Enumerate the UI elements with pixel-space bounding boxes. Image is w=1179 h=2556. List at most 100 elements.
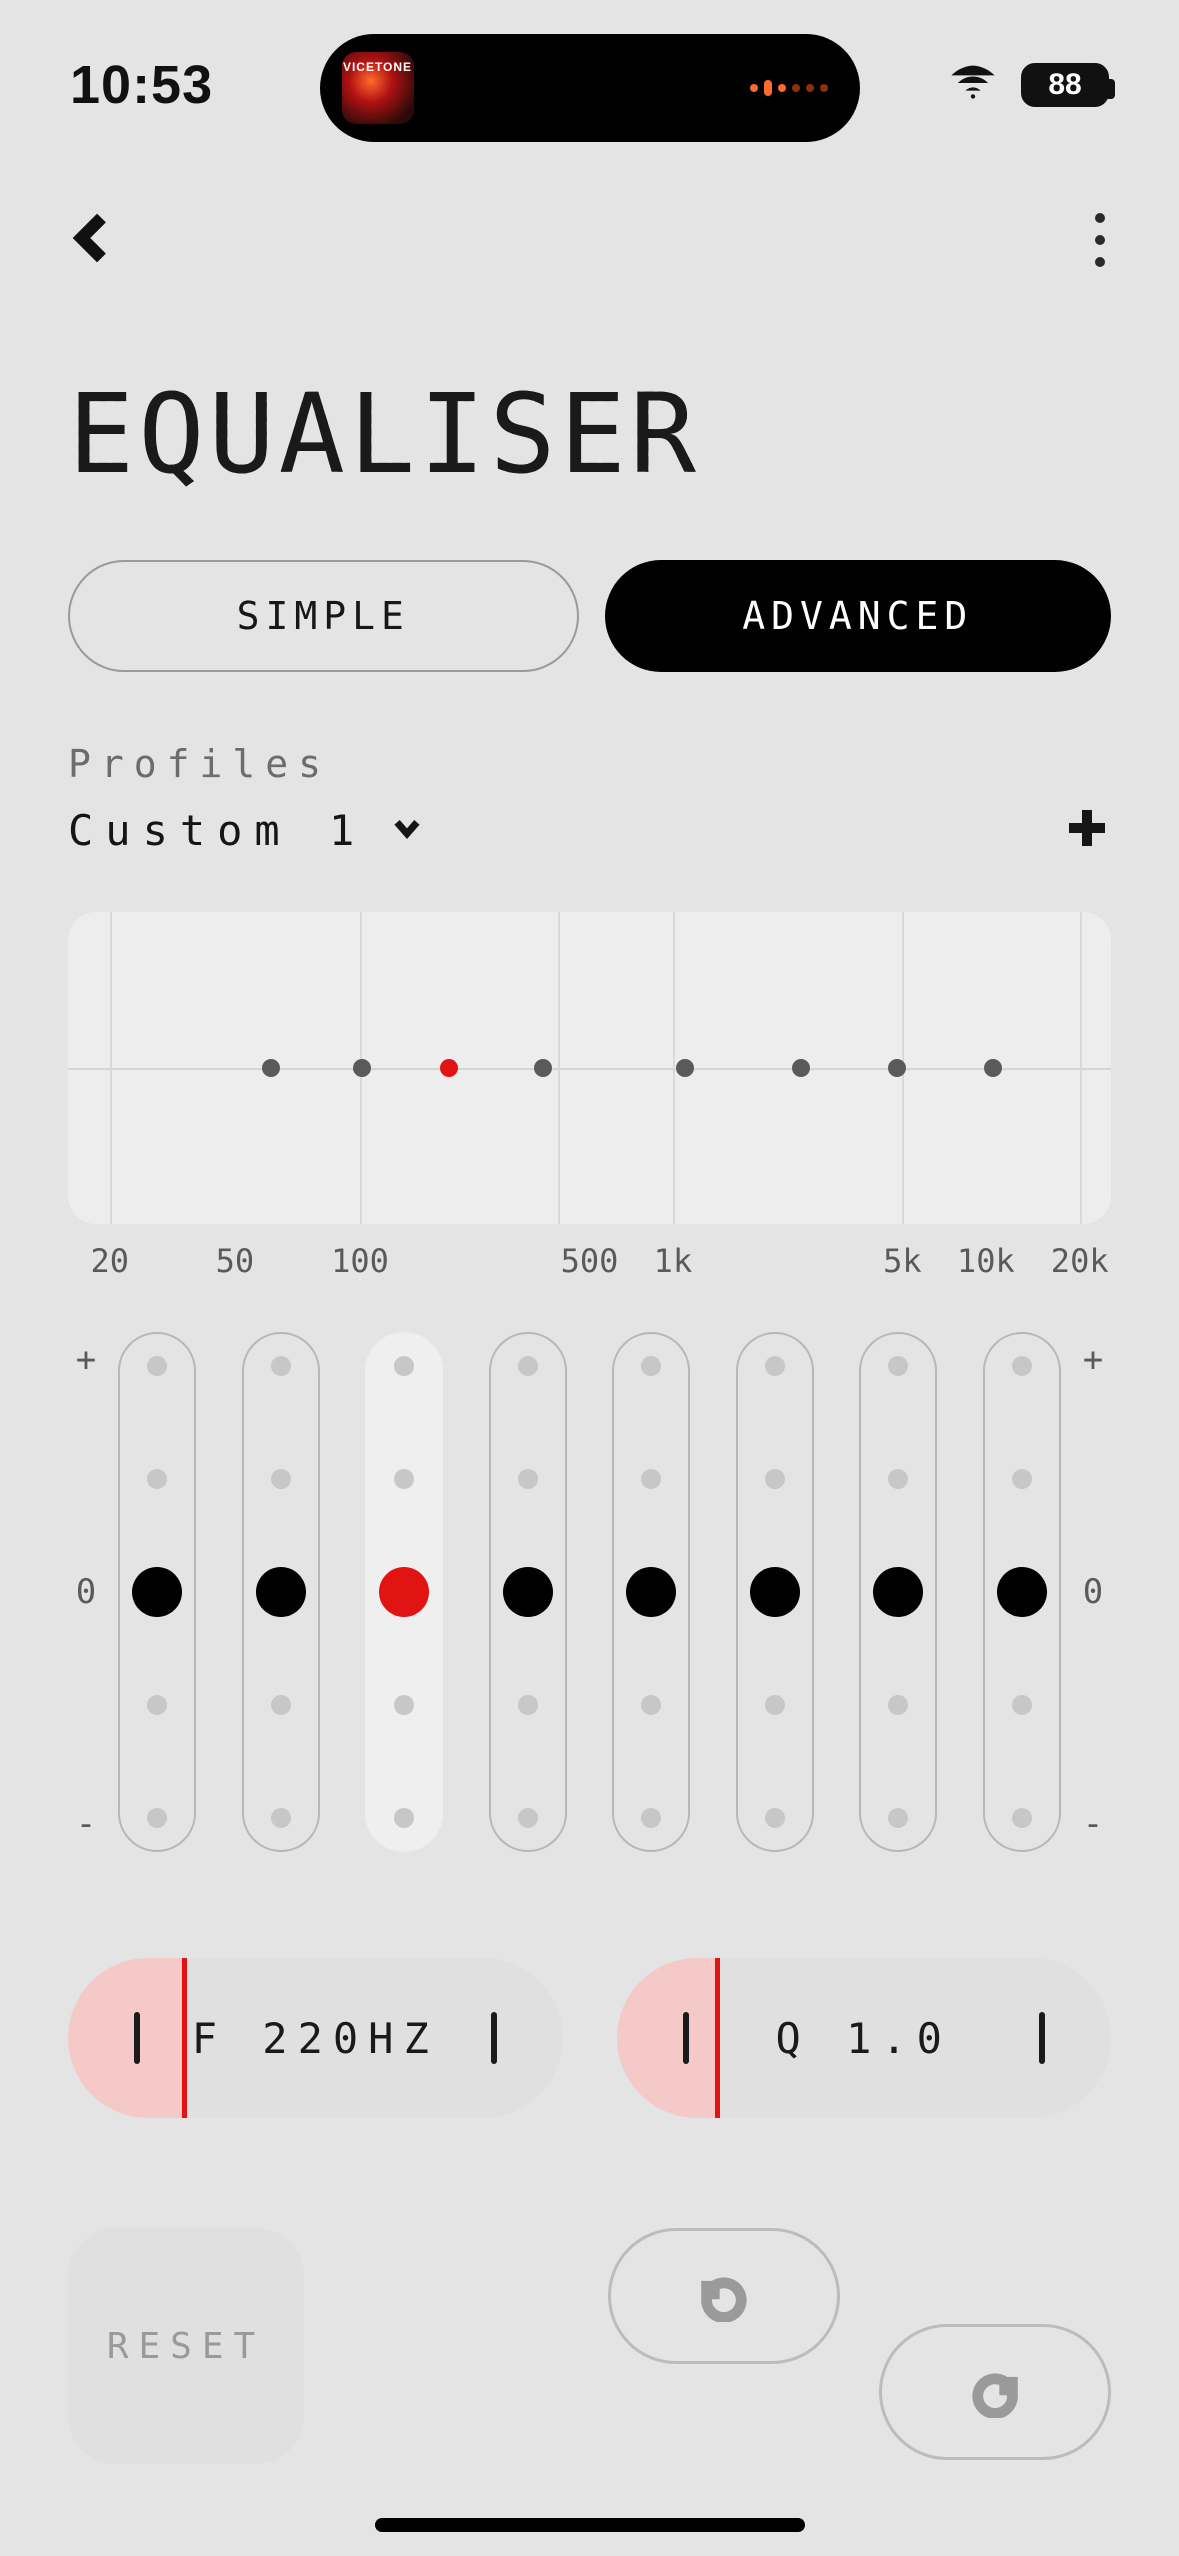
page-title: EQUALISER bbox=[68, 370, 700, 498]
range-tick-icon bbox=[1039, 2012, 1045, 2064]
slider-tick bbox=[888, 1808, 908, 1828]
slider-tick bbox=[641, 1808, 661, 1828]
slider-thumb[interactable] bbox=[750, 1567, 800, 1617]
slider-tick bbox=[1012, 1469, 1032, 1489]
scale-plus: + bbox=[1083, 1340, 1103, 1380]
eq-node-1[interactable] bbox=[353, 1059, 371, 1077]
action-row: RESET bbox=[68, 2228, 1111, 2488]
slider-tick bbox=[765, 1469, 785, 1489]
scale-plus: + bbox=[76, 1340, 96, 1380]
profiles-section: Profiles Custom 1 bbox=[68, 742, 1111, 857]
band-slider-2[interactable] bbox=[365, 1332, 443, 1852]
slider-tick bbox=[271, 1469, 291, 1489]
eq-node-6[interactable] bbox=[888, 1059, 906, 1077]
tab-advanced[interactable]: ADVANCED bbox=[605, 560, 1112, 672]
eq-node-7[interactable] bbox=[984, 1059, 1002, 1077]
tab-simple[interactable]: SIMPLE bbox=[68, 560, 579, 672]
app-bar bbox=[0, 190, 1179, 290]
scale-minus: - bbox=[76, 1804, 96, 1844]
eq-node-2[interactable] bbox=[440, 1059, 458, 1077]
now-playing-art bbox=[342, 52, 414, 124]
profiles-label: Profiles bbox=[68, 742, 1111, 786]
eq-node-0[interactable] bbox=[262, 1059, 280, 1077]
mode-tabs: SIMPLE ADVANCED bbox=[68, 560, 1111, 672]
band-slider-1[interactable] bbox=[242, 1332, 320, 1852]
slider-tick bbox=[394, 1356, 414, 1376]
eq-node-5[interactable] bbox=[792, 1059, 810, 1077]
freq-tick-label: 50 bbox=[216, 1242, 255, 1280]
q-cursor bbox=[715, 1958, 720, 2118]
chevron-down-icon bbox=[390, 806, 424, 855]
range-tick-icon bbox=[134, 2012, 140, 2064]
graph-gridline bbox=[558, 912, 560, 1224]
band-slider-3[interactable] bbox=[489, 1332, 567, 1852]
eq-graph[interactable] bbox=[68, 912, 1111, 1224]
slider-thumb[interactable] bbox=[379, 1567, 429, 1617]
band-slider-7[interactable] bbox=[983, 1332, 1061, 1852]
slider-tick bbox=[765, 1695, 785, 1715]
q-control[interactable]: Q 1.0 bbox=[617, 1958, 1112, 2118]
band-sliders: + 0 - + 0 - bbox=[68, 1332, 1111, 1852]
slider-tick bbox=[147, 1356, 167, 1376]
freq-tick-label: 20k bbox=[1051, 1242, 1109, 1280]
frequency-label: F 220HZ bbox=[192, 2014, 439, 2063]
slider-thumb[interactable] bbox=[873, 1567, 923, 1617]
slider-tick bbox=[1012, 1356, 1032, 1376]
wifi-icon bbox=[947, 57, 999, 114]
slider-thumb[interactable] bbox=[503, 1567, 553, 1617]
slider-tick bbox=[518, 1695, 538, 1715]
eq-node-3[interactable] bbox=[534, 1059, 552, 1077]
dot-icon bbox=[1095, 257, 1105, 267]
freq-tick-label: 1k bbox=[654, 1242, 693, 1280]
back-button[interactable] bbox=[64, 208, 124, 273]
freq-tick-label: 500 bbox=[561, 1242, 619, 1280]
slider-tick bbox=[147, 1808, 167, 1828]
q-label: Q 1.0 bbox=[776, 2014, 952, 2063]
slider-thumb[interactable] bbox=[997, 1567, 1047, 1617]
graph-zero-line bbox=[68, 1068, 1111, 1070]
freq-tick-label: 100 bbox=[331, 1242, 389, 1280]
slider-tick bbox=[271, 1808, 291, 1828]
slider-tick bbox=[271, 1695, 291, 1715]
frequency-control[interactable]: F 220HZ bbox=[68, 1958, 563, 2118]
band-slider-4[interactable] bbox=[612, 1332, 690, 1852]
slider-tick bbox=[765, 1356, 785, 1376]
graph-gridline bbox=[1080, 912, 1082, 1224]
reset-button[interactable]: RESET bbox=[68, 2228, 304, 2464]
slider-tick bbox=[518, 1469, 538, 1489]
slider-thumb[interactable] bbox=[132, 1567, 182, 1617]
slider-tick bbox=[147, 1469, 167, 1489]
home-indicator[interactable] bbox=[375, 2518, 805, 2532]
slider-thumb[interactable] bbox=[626, 1567, 676, 1617]
slider-thumb[interactable] bbox=[256, 1567, 306, 1617]
band-slider-5[interactable] bbox=[736, 1332, 814, 1852]
scale-minus: - bbox=[1083, 1804, 1103, 1844]
range-tick-icon bbox=[491, 2012, 497, 2064]
slider-tick bbox=[888, 1695, 908, 1715]
graph-frequency-labels: 20501005001k5k10k20k bbox=[68, 1242, 1111, 1282]
slider-tick bbox=[888, 1356, 908, 1376]
slider-tick bbox=[394, 1808, 414, 1828]
scale-zero: 0 bbox=[1083, 1572, 1103, 1612]
slider-tick bbox=[765, 1808, 785, 1828]
slider-tick bbox=[641, 1356, 661, 1376]
redo-button[interactable] bbox=[879, 2324, 1111, 2460]
slider-tick bbox=[641, 1469, 661, 1489]
slider-tick bbox=[147, 1695, 167, 1715]
more-button[interactable] bbox=[1085, 203, 1115, 277]
audio-wave-icon bbox=[750, 80, 838, 96]
eq-node-4[interactable] bbox=[676, 1059, 694, 1077]
slider-tick bbox=[518, 1356, 538, 1376]
profile-selector[interactable]: Custom 1 bbox=[68, 806, 424, 855]
range-tick-icon bbox=[683, 2012, 689, 2064]
undo-button[interactable] bbox=[608, 2228, 840, 2364]
slider-tick bbox=[394, 1469, 414, 1489]
undo-icon bbox=[698, 2270, 750, 2322]
add-profile-button[interactable] bbox=[1063, 804, 1111, 857]
dynamic-island[interactable] bbox=[320, 34, 860, 142]
battery-level: 88 bbox=[1025, 68, 1105, 102]
band-slider-6[interactable] bbox=[859, 1332, 937, 1852]
band-slider-0[interactable] bbox=[118, 1332, 196, 1852]
graph-gridline bbox=[673, 912, 675, 1224]
slider-tick bbox=[271, 1356, 291, 1376]
